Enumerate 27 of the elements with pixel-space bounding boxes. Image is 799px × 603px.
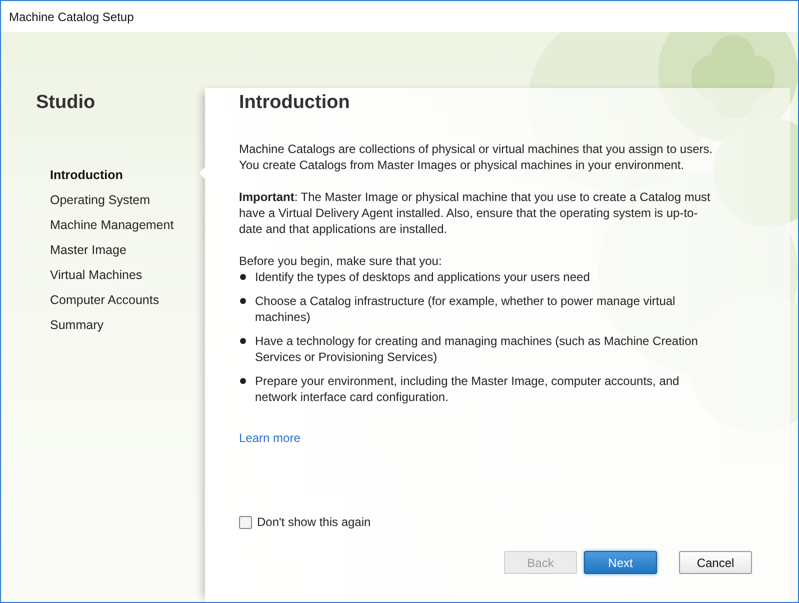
- bullet-icon: [240, 298, 246, 304]
- page-heading: Introduction: [239, 92, 351, 114]
- list-intro: Before you begin, make sure that you:: [239, 253, 443, 269]
- selection-pointer-icon: [199, 167, 205, 179]
- paragraph: Machine Catalogs are collections of physical or virtual machines that you assign to users. You create Catalogs from Master Images or physical machines in your environment.: [239, 141, 714, 173]
- sidebar-title: Studio: [36, 92, 96, 114]
- bullet-icon: [240, 338, 246, 344]
- bullet-text: Identify the types of desktops and applications your users need: [255, 269, 590, 285]
- step-nav-item[interactable]: Operating System: [36, 192, 150, 217]
- step-nav-item[interactable]: Introduction: [36, 167, 123, 192]
- dialog-button[interactable]: Cancel: [679, 551, 752, 574]
- step-nav-item[interactable]: Machine Management: [36, 217, 174, 242]
- bullet-icon: [240, 378, 246, 384]
- dialog-button[interactable]: Next: [584, 551, 657, 574]
- step-nav-item[interactable]: Master Image: [36, 242, 126, 267]
- checkbox-label: Don't show this again: [257, 515, 371, 529]
- bullet-text: Prepare your environment, including the Master Image, computer accounts, and network interface card configuration.: [255, 373, 680, 405]
- step-nav-item[interactable]: Summary: [36, 317, 104, 342]
- checkbox[interactable]: [239, 516, 252, 528]
- window-title: Machine Catalog Setup: [9, 10, 134, 24]
- learn-more-link[interactable]: Learn more: [239, 431, 300, 445]
- step-nav-item[interactable]: Computer Accounts: [36, 292, 160, 317]
- paragraph: Important: The Master Image or physical machine that you use to create a Catalog must have a Virtual Delivery Agent installed. Also, ensure that the operating system is up-to-date and that applications are installed.: [239, 189, 712, 237]
- bullet-text: Choose a Catalog infrastructure (for example, whether to power manage virtual machines): [255, 293, 676, 325]
- bullet-text: Have a technology for creating and managing machines (such as Machine Creation Services or Provisioning Services): [255, 333, 699, 365]
- step-nav-item[interactable]: Virtual Machines: [36, 267, 142, 292]
- bullet-icon: [240, 274, 246, 280]
